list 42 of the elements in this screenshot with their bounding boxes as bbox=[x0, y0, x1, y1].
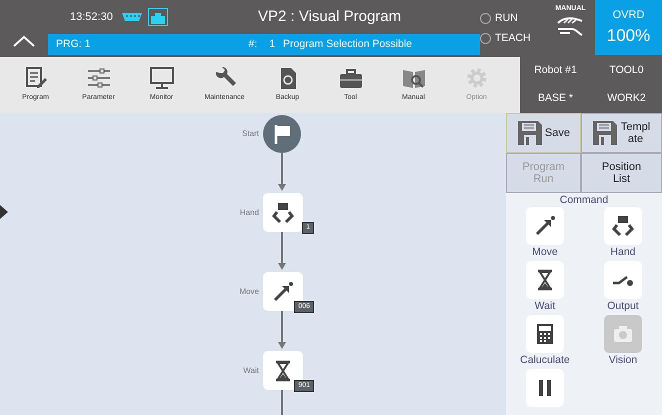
arrow-icon bbox=[534, 215, 556, 237]
side-arrow-icon[interactable] bbox=[0, 205, 8, 219]
node-label: Start bbox=[241, 128, 259, 140]
lamp-label: TEACH bbox=[495, 30, 531, 46]
network-port-icon bbox=[148, 8, 168, 26]
arrow-icon bbox=[272, 280, 294, 302]
robot-info: TOOL0 bbox=[609, 63, 644, 78]
node-label: Move bbox=[238, 286, 259, 298]
robot-info: WORK2 bbox=[607, 91, 646, 106]
gripper-icon bbox=[272, 202, 294, 224]
robot-info: Robot #1 bbox=[534, 63, 577, 78]
gripper-icon bbox=[612, 215, 634, 237]
flow-arrow bbox=[278, 232, 286, 270]
camera-icon bbox=[612, 323, 634, 345]
hand-icon bbox=[556, 14, 586, 36]
start-node[interactable] bbox=[263, 115, 301, 153]
monitor-icon bbox=[148, 66, 174, 90]
command-button[interactable] bbox=[526, 369, 564, 407]
action-button[interactable]: Save bbox=[506, 113, 581, 153]
program-number: PRG: 1 bbox=[56, 36, 90, 52]
toolbox-icon bbox=[338, 66, 364, 90]
status-message: Program Selection Possible bbox=[283, 36, 412, 52]
collapse-caret-icon[interactable] bbox=[12, 35, 36, 47]
step-number: 1 bbox=[269, 36, 276, 52]
action-button[interactable]: Template bbox=[581, 113, 662, 153]
robot-info: BASE * bbox=[538, 91, 574, 106]
flow-arrow bbox=[278, 311, 286, 349]
clock-time: 13:52:30 bbox=[70, 10, 113, 25]
sliders-icon bbox=[86, 66, 112, 90]
node-label: Wait bbox=[242, 364, 259, 376]
lamp-label: RUN bbox=[495, 10, 518, 26]
override-label: OVRD bbox=[612, 8, 644, 22]
step-label: #: bbox=[248, 36, 258, 52]
override-value: 100% bbox=[606, 25, 650, 47]
flow-arrow bbox=[278, 153, 286, 191]
flag-icon bbox=[273, 124, 291, 144]
section-heading: Command bbox=[558, 193, 610, 207]
node-label: Hand bbox=[238, 206, 259, 218]
action-button[interactable]: Position List bbox=[581, 153, 662, 193]
serial-port-icon bbox=[120, 12, 143, 22]
window-title: VP2 : Visual Program bbox=[258, 6, 402, 27]
flow-node[interactable] bbox=[263, 193, 303, 232]
